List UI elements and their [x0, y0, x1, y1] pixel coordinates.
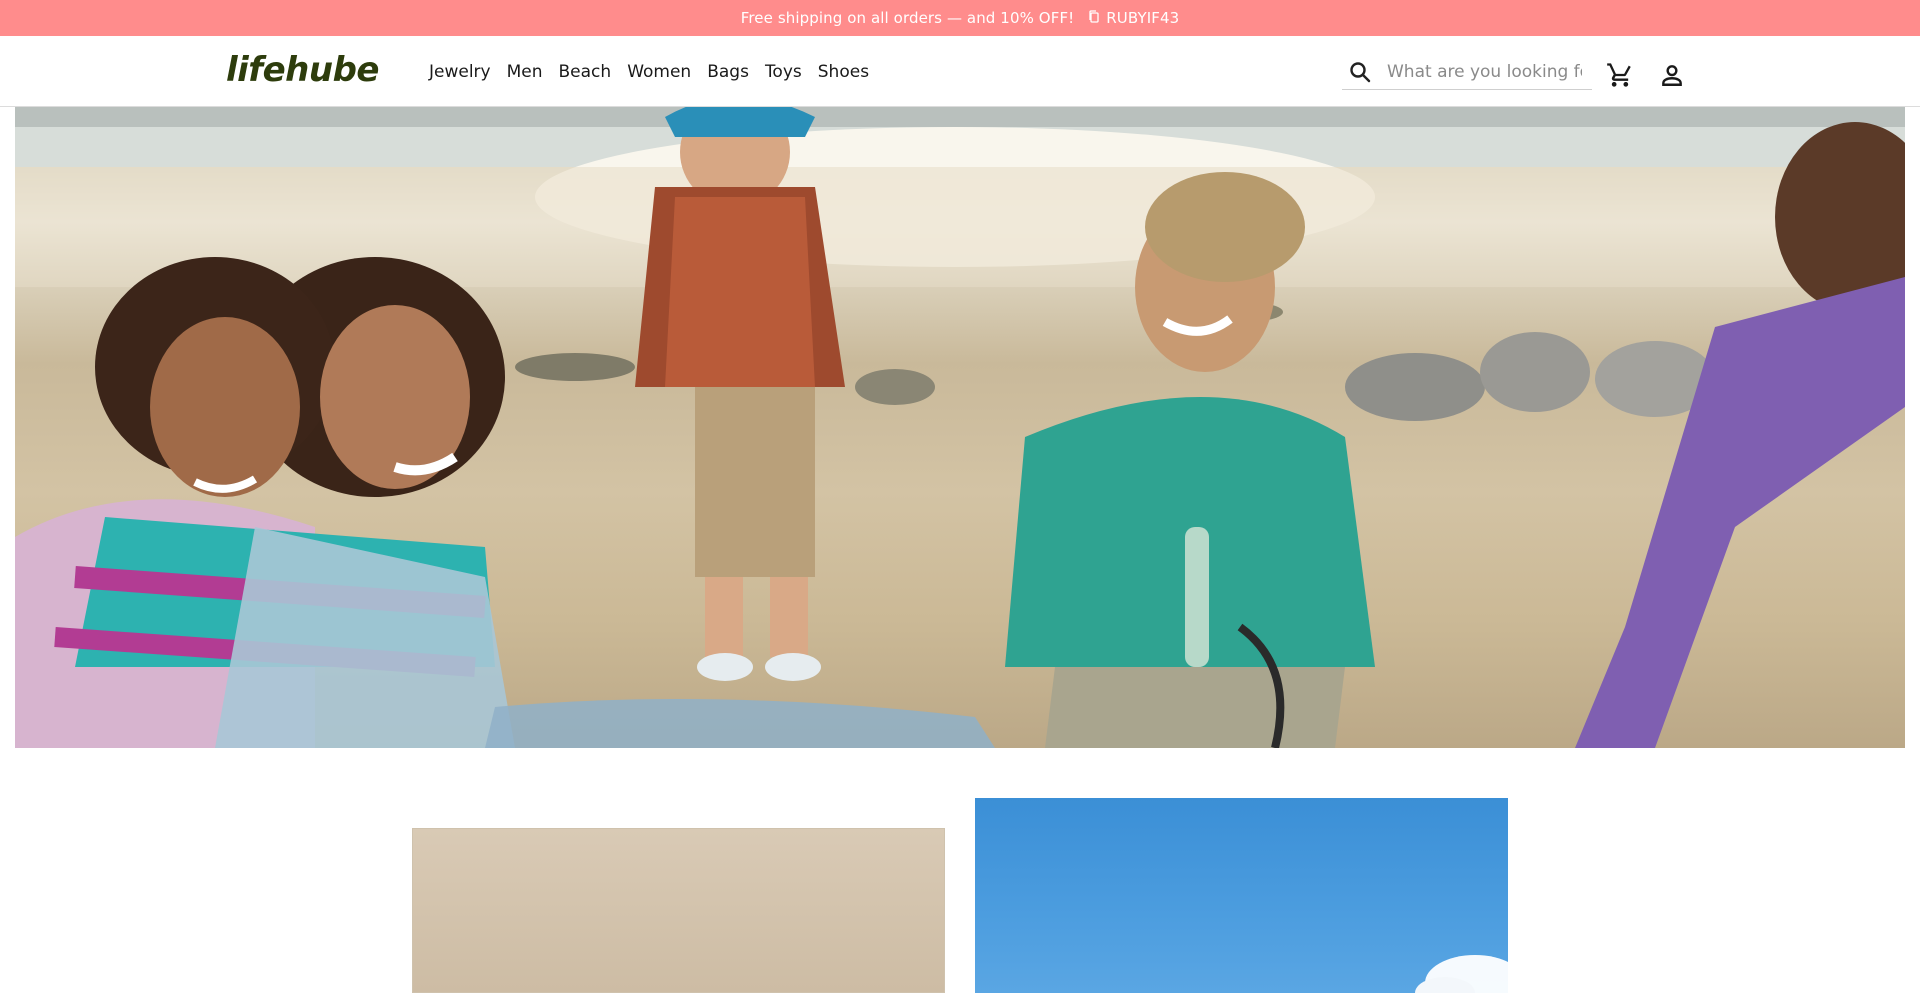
site-logo[interactable]: lifehube [226, 50, 379, 90]
hero-banner[interactable] [15, 107, 1905, 748]
search-input[interactable] [1387, 61, 1582, 82]
promo-tile-left[interactable] [412, 828, 945, 993]
copy-icon[interactable] [1086, 9, 1102, 25]
announcement-bar: Free shipping on all orders — and 10% OF… [0, 0, 1920, 36]
promo-tile-right[interactable] [975, 798, 1508, 993]
search-icon[interactable] [1347, 59, 1373, 85]
coupon-code[interactable]: RUBYIF43 [1106, 9, 1179, 27]
nav-item-jewelry[interactable]: Jewelry [429, 62, 491, 82]
nav-item-toys[interactable]: Toys [765, 62, 802, 82]
hero-image [15, 107, 1905, 748]
nav-item-men[interactable]: Men [507, 62, 543, 82]
nav-item-beach[interactable]: Beach [559, 62, 612, 82]
nav-item-shoes[interactable]: Shoes [818, 62, 869, 82]
main-nav: Jewelry Men Beach Women Bags Toys Shoes [429, 36, 885, 107]
sky-image [1415, 955, 1508, 993]
search-bar [1342, 54, 1592, 90]
account-icon[interactable] [1657, 60, 1687, 90]
nav-item-women[interactable]: Women [627, 62, 691, 82]
announcement-text: Free shipping on all orders — and 10% OF… [740, 9, 1075, 27]
nav-item-bags[interactable]: Bags [707, 62, 749, 82]
cart-icon[interactable] [1605, 60, 1635, 90]
